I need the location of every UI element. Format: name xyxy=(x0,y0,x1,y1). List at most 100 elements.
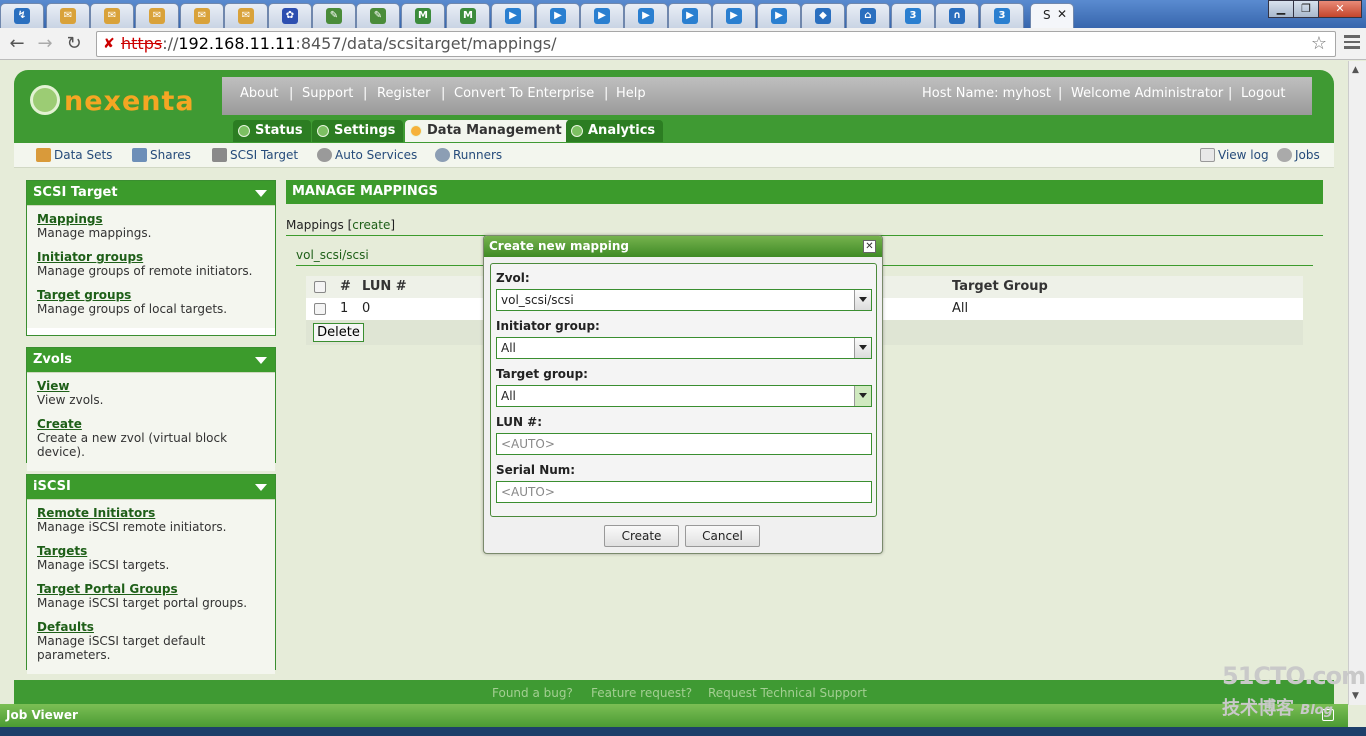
browser-tab[interactable]: ▶ xyxy=(757,3,801,28)
targets-link[interactable]: Targets xyxy=(37,544,265,558)
cancel-button[interactable]: Cancel xyxy=(685,525,760,547)
tab-analytics[interactable]: Analytics xyxy=(566,120,664,142)
browser-tab[interactable]: ✎ xyxy=(356,3,400,28)
delete-button[interactable]: Delete xyxy=(313,323,364,342)
address-bar[interactable]: ✘ https://192.168.11.11:8457/data/scsita… xyxy=(96,31,1336,57)
browser-tab[interactable]: ✉ xyxy=(90,3,134,28)
chevron-down-icon[interactable] xyxy=(854,338,871,358)
close-icon[interactable]: ✕ xyxy=(863,240,876,253)
scroll-down-icon[interactable]: ▼ xyxy=(1352,691,1359,701)
list-item: Target Portal Groups Manage iSCSI target … xyxy=(37,582,265,610)
tab-data-management[interactable]: Data Management xyxy=(405,120,570,142)
maximize-button[interactable]: ❐ xyxy=(1293,0,1319,18)
select-all-checkbox[interactable] xyxy=(314,281,326,293)
browser-tab[interactable]: ✿ xyxy=(268,3,312,28)
back-arrow-icon[interactable]: ← xyxy=(6,33,28,54)
job-viewer-bar[interactable]: Job Viewer xyxy=(0,704,1348,727)
mappings-link[interactable]: Mappings xyxy=(37,212,265,226)
item-description: Manage iSCSI remote initiators. xyxy=(37,520,227,534)
target-group-select[interactable]: All xyxy=(496,385,872,407)
browser-tab[interactable]: ▶ xyxy=(668,3,712,28)
browser-tab[interactable]: ▶ xyxy=(624,3,668,28)
subnav-runners[interactable]: Runners xyxy=(435,148,502,162)
browser-tab[interactable]: 3 xyxy=(980,3,1024,28)
logout-link[interactable]: Logout xyxy=(1241,86,1286,101)
browser-tab[interactable]: ⌂ xyxy=(846,3,890,28)
remote-initiators-link[interactable]: Remote Initiators xyxy=(37,506,265,520)
reload-icon[interactable]: ↻ xyxy=(63,33,85,54)
browser-tab[interactable]: ✉ xyxy=(180,3,224,28)
job-viewer-label: Job Viewer xyxy=(6,708,78,722)
browser-tab[interactable]: M xyxy=(401,3,445,28)
browser-tab[interactable]: ✎ xyxy=(312,3,356,28)
browser-tab[interactable]: ∩ xyxy=(935,3,979,28)
chevron-down-icon[interactable] xyxy=(854,290,871,310)
browser-tab[interactable]: ↯ xyxy=(0,3,44,28)
sidebar-iscsi: iSCSI Remote Initiators Manage iSCSI remo… xyxy=(26,474,276,674)
create-zvol-link[interactable]: Create xyxy=(37,417,265,431)
sidebar-section-header[interactable]: SCSI Target xyxy=(27,181,275,205)
create-button[interactable]: Create xyxy=(604,525,679,547)
scroll-up-icon[interactable]: ▲ xyxy=(1352,65,1359,75)
view-log-link[interactable]: View log xyxy=(1200,148,1269,162)
browser-tab-active[interactable]: S ✕ xyxy=(1030,3,1074,29)
shield-tab-icon: ◆ xyxy=(815,8,831,24)
browser-tab[interactable]: ◆ xyxy=(801,3,845,28)
initiator-group-select[interactable]: All xyxy=(496,337,872,359)
zvol-select[interactable]: vol_scsi/scsi xyxy=(496,289,872,311)
mappings-header: Mappings [create] xyxy=(286,218,1323,236)
sidebar-section-header[interactable]: Zvols xyxy=(27,348,275,372)
browser-tab[interactable]: ▶ xyxy=(712,3,756,28)
register-link[interactable]: Register xyxy=(377,86,431,101)
dialog-title-bar[interactable]: Create new mapping ✕ xyxy=(484,236,882,257)
browser-tab[interactable]: ✉ xyxy=(46,3,90,28)
lun-input[interactable]: <AUTO> xyxy=(496,433,872,455)
view-zvols-link[interactable]: View xyxy=(37,379,265,393)
datasets-icon xyxy=(36,148,51,162)
subnav-shares[interactable]: Shares xyxy=(132,148,191,162)
tab-close-icon[interactable]: ✕ xyxy=(1057,7,1067,21)
browser-tab[interactable]: 3 xyxy=(891,3,935,28)
bookmark-star-icon[interactable]: ☆ xyxy=(1311,32,1327,56)
forward-arrow-icon[interactable]: → xyxy=(34,33,56,54)
jobs-link[interactable]: Jobs xyxy=(1277,148,1320,162)
browser-tab[interactable]: ▶ xyxy=(491,3,535,28)
defaults-link[interactable]: Defaults xyxy=(37,620,265,634)
dialog-form: Zvol: vol_scsi/scsi Initiator group: All… xyxy=(490,263,877,517)
support-link[interactable]: Support xyxy=(302,86,353,101)
subnav-scsi-target[interactable]: SCSI Target xyxy=(212,148,298,162)
subnav-data-sets[interactable]: Data Sets xyxy=(36,148,112,162)
sidebar-section-header[interactable]: iSCSI xyxy=(27,475,275,499)
convert-enterprise-link[interactable]: Convert To Enterprise xyxy=(454,86,594,101)
help-link[interactable]: Help xyxy=(616,86,646,101)
browser-tab[interactable]: ▶ xyxy=(536,3,580,28)
browser-tab[interactable]: ▶ xyxy=(580,3,624,28)
subnav-auto-services[interactable]: Auto Services xyxy=(317,148,417,162)
list-item: Targets Manage iSCSI targets. xyxy=(37,544,265,572)
browser-menu-icon[interactable] xyxy=(1344,35,1360,49)
tab-status[interactable]: Status xyxy=(233,120,311,142)
list-item: Remote Initiators Manage iSCSI remote ini… xyxy=(37,506,265,534)
serial-num-input[interactable]: <AUTO> xyxy=(496,481,872,503)
chevron-down-icon[interactable] xyxy=(255,357,267,364)
initiator-groups-link[interactable]: Initiator groups xyxy=(37,250,265,264)
target-portal-groups-link[interactable]: Target Portal Groups xyxy=(37,582,265,596)
about-link[interactable]: About xyxy=(240,86,278,101)
chevron-down-icon[interactable] xyxy=(255,190,267,197)
target-groups-link[interactable]: Target groups xyxy=(37,288,265,302)
chevron-down-icon[interactable] xyxy=(255,484,267,491)
create-mapping-link[interactable]: create xyxy=(352,218,390,232)
tab-settings[interactable]: Settings xyxy=(312,120,404,142)
close-window-button[interactable]: ✕ xyxy=(1318,0,1362,18)
browser-tab[interactable]: ✉ xyxy=(224,3,268,28)
feature-request-link[interactable]: Feature request? xyxy=(591,686,692,700)
vertical-scrollbar[interactable]: ▲ ▼ xyxy=(1348,61,1366,705)
found-bug-link[interactable]: Found a bug? xyxy=(492,686,573,700)
chevron-down-icon[interactable] xyxy=(854,386,871,406)
minimize-button[interactable]: ▁ xyxy=(1268,0,1294,18)
browser-tab[interactable]: M xyxy=(446,3,490,28)
browser-tab[interactable]: ✉ xyxy=(135,3,179,28)
row-checkbox[interactable] xyxy=(314,303,326,315)
bracket: ] xyxy=(390,218,396,232)
technical-support-link[interactable]: Request Technical Support xyxy=(708,686,867,700)
